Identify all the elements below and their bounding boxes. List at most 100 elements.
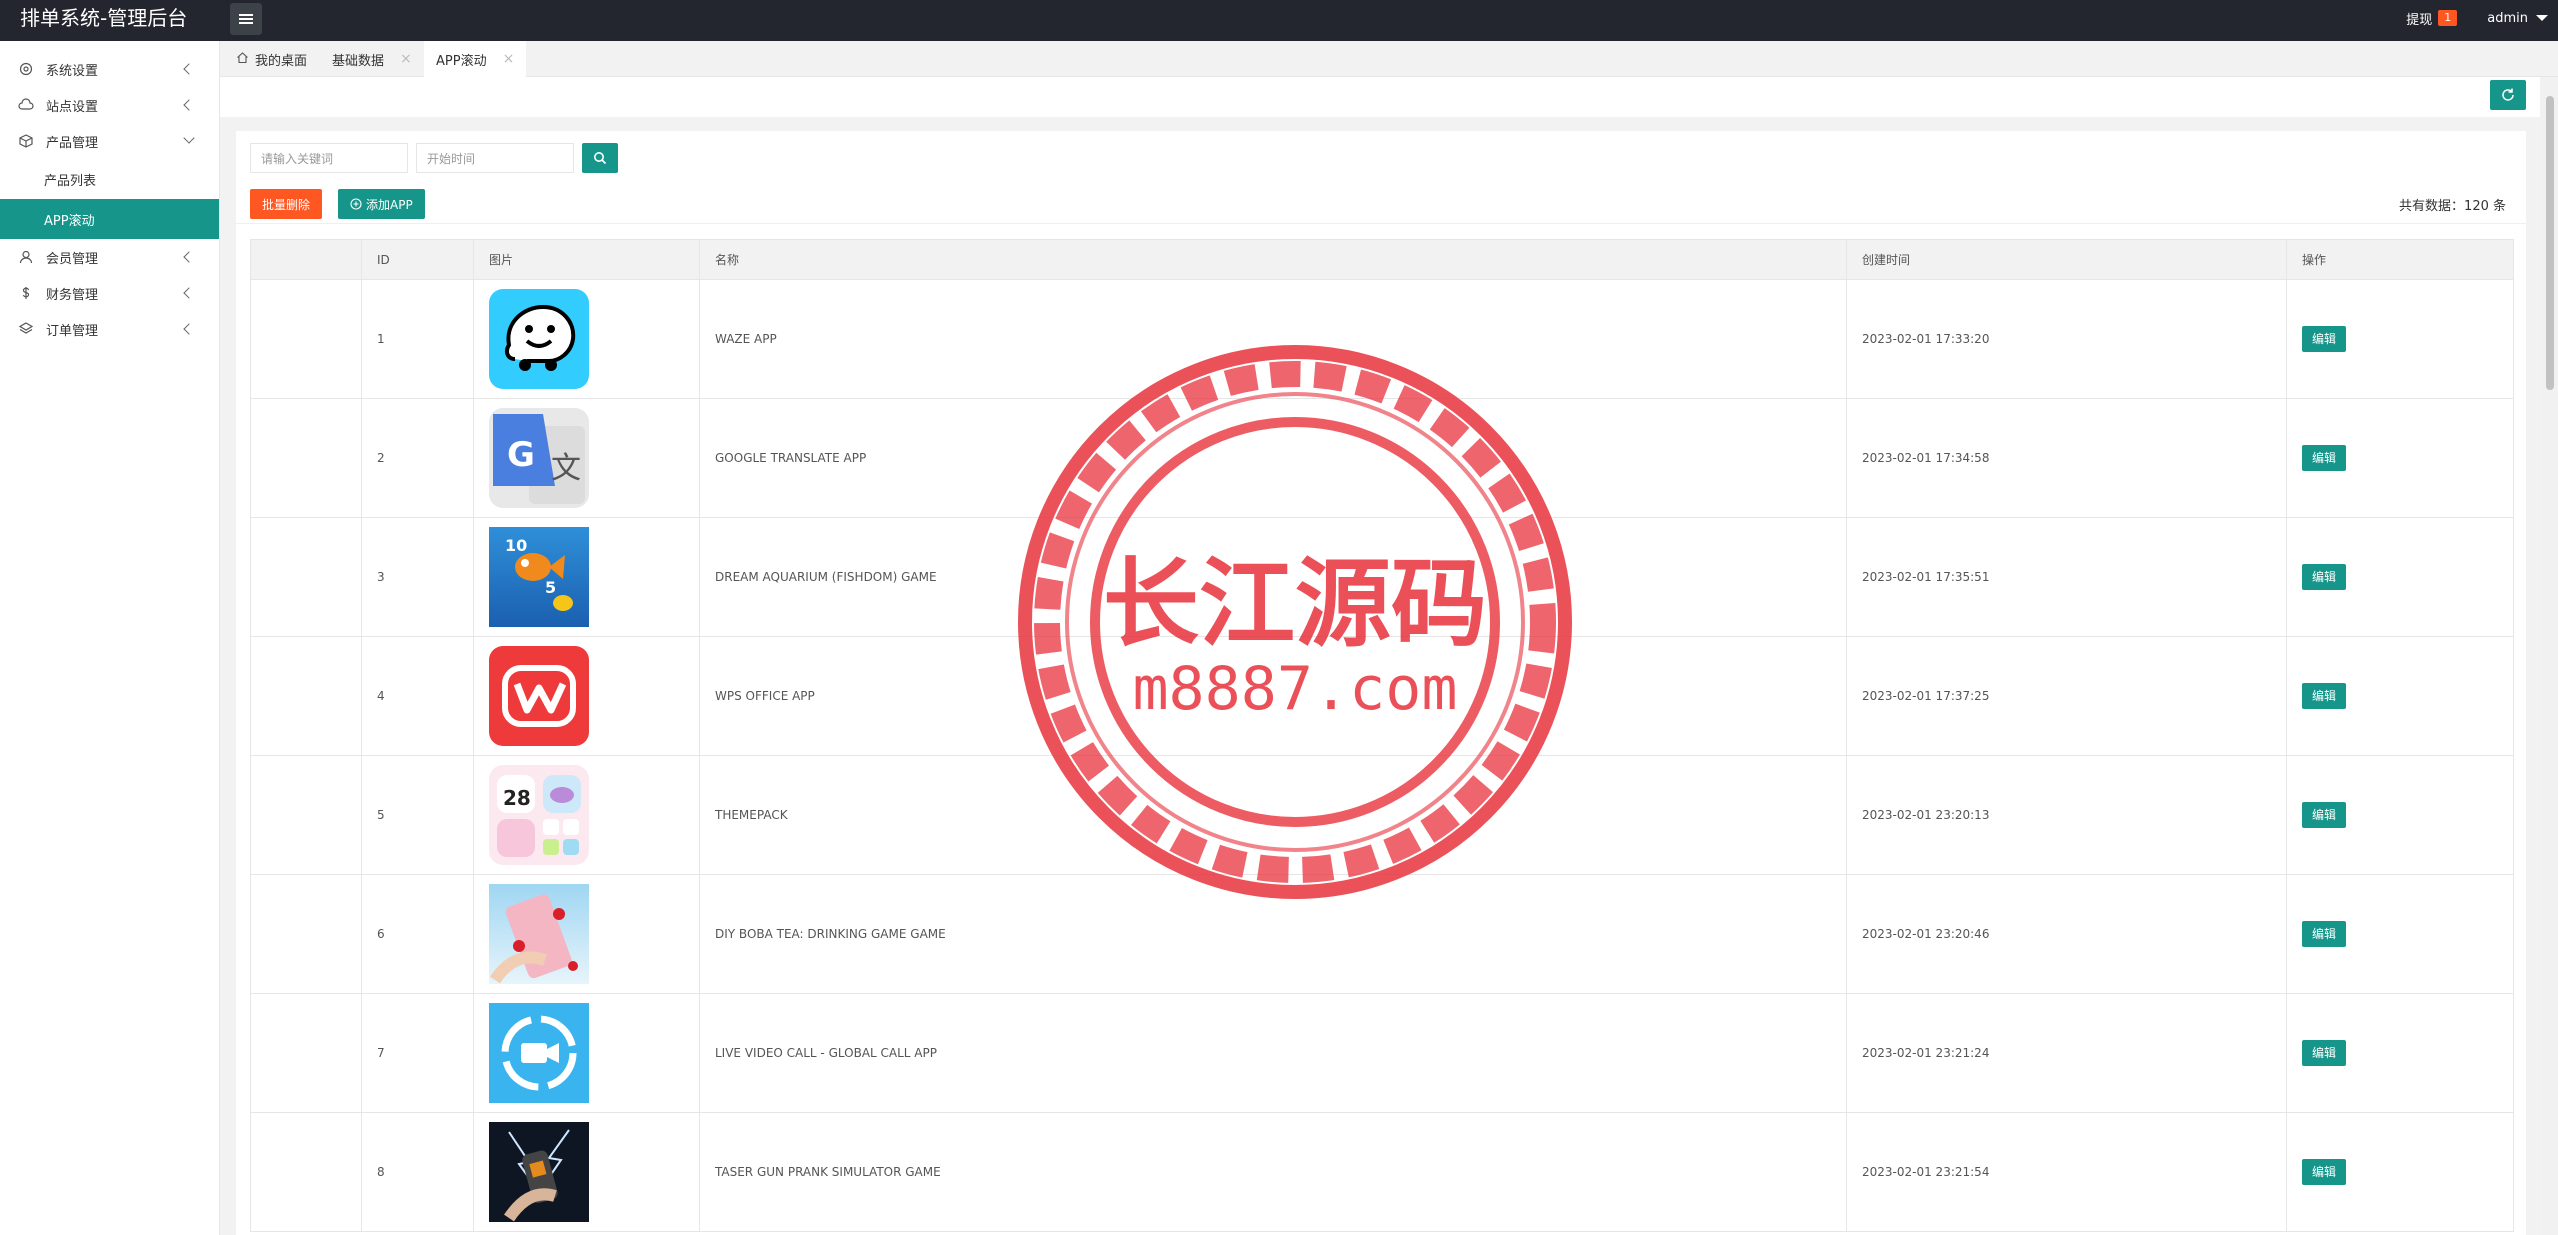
username: admin [2487,10,2528,26]
keyword-input[interactable]: 请输入关键词 [250,143,408,173]
svg-text:5: 5 [545,578,556,597]
cell-created: 2023-02-01 17:37:25 [1846,636,2287,756]
sidebar-item-order-management[interactable]: 订单管理 [0,311,219,347]
withdraw-label: 提现 [2406,12,2433,28]
edit-button[interactable]: 编辑 [2302,445,2346,471]
add-app-button[interactable]: 添加APP [338,189,425,219]
cell-id: 2 [361,398,474,518]
cell-created: 2023-02-01 23:21:24 [1846,993,2287,1113]
row-checkbox-cell[interactable] [250,279,362,399]
cell-name: LIVE VIDEO CALL - GLOBAL CALL APP [699,993,1847,1113]
chevron-left-icon [183,287,195,299]
tab-label: APP滚动 [436,53,487,69]
column-header-created: 创建时间 [1846,239,2287,280]
sidebar-item-label: 产品管理 [46,135,99,151]
column-header-image: 图片 [473,239,700,280]
tab-my-desktop[interactable]: 我的桌面 [224,41,319,77]
row-checkbox-cell[interactable] [250,636,362,756]
caret-down-icon [2536,15,2548,21]
svg-text:G: G [507,435,535,475]
edit-button[interactable]: 编辑 [2302,1159,2346,1185]
table-row: 6 DIY BOBA TEA: DRINKING GAME GAME 2023-… [250,874,2514,994]
start-time-input[interactable]: 开始时间 [416,143,574,173]
cell-name: GOOGLE TRANSLATE APP [699,398,1847,518]
row-checkbox-cell[interactable] [250,874,362,994]
plus-circle-icon [350,198,362,210]
edit-button[interactable]: 编辑 [2302,683,2346,709]
cell-created: 2023-02-01 17:33:20 [1846,279,2287,399]
tab-label: 我的桌面 [255,53,308,69]
svg-text:28: 28 [503,786,531,810]
cell-id: 3 [361,517,474,637]
total-count: 共有数据：120 条 [2399,199,2506,214]
row-checkbox-cell[interactable] [250,398,362,518]
taser-icon [489,1122,589,1222]
sidebar-item-site-settings[interactable]: 站点设置 [0,87,219,123]
row-checkbox-cell[interactable] [250,1112,362,1232]
edit-button[interactable]: 编辑 [2302,1040,2346,1066]
home-icon [236,51,249,68]
cell-id: 4 [361,636,474,756]
tab-basic-data[interactable]: 基础数据 × [320,41,424,77]
table-row: 3 10 5 DREAM AQUARIUM (FISHDOM) GAME 2023… [250,517,2514,637]
row-checkbox-cell[interactable] [250,517,362,637]
withdraw-link[interactable]: 提现 1 [2406,9,2458,28]
cell-name: TASER GUN PRANK SIMULATOR GAME [699,1112,1847,1232]
sidebar-item-product-management[interactable]: 产品管理 [0,123,219,159]
sidebar-item-label: 订单管理 [46,323,99,339]
cell-id: 7 [361,993,474,1113]
layers-icon [18,321,34,337]
cell-name: WAZE APP [699,279,1847,399]
chevron-left-icon [183,99,195,111]
close-icon[interactable]: × [503,51,515,67]
edit-button[interactable]: 编辑 [2302,326,2346,352]
app-table: ID 图片 名称 创建时间 操作 1 WAZE APP 2023-02-01 1… [250,239,2514,1232]
chevron-left-icon [183,63,195,75]
sidebar-item-label: 站点设置 [46,99,99,115]
table-row: 1 WAZE APP 2023-02-01 17:33:20 编辑 [250,279,2514,399]
sidebar-item-label: 财务管理 [46,287,99,303]
search-button[interactable] [582,143,618,173]
svg-text:10: 10 [505,536,527,555]
sidebar-item-system-settings[interactable]: 系统设置 [0,51,219,87]
cell-name: WPS OFFICE APP [699,636,1847,756]
edit-button[interactable]: 编辑 [2302,564,2346,590]
refresh-button[interactable] [2490,80,2526,110]
themepack-icon: 28 [489,765,589,865]
wps-icon [489,646,589,746]
cell-created: 2023-02-01 17:34:58 [1846,398,2287,518]
sidebar-item-label: 系统设置 [46,63,99,79]
table-row: 8 TASER GUN PRANK SIMULATOR GAME 2023-02… [250,1112,2514,1232]
edit-button[interactable]: 编辑 [2302,921,2346,947]
sidebar-item-member-management[interactable]: 会员管理 [0,239,219,275]
edit-button[interactable]: 编辑 [2302,802,2346,828]
tab-app-scroll[interactable]: APP滚动 × [424,41,527,77]
sidebar-subitem-app-scroll[interactable]: APP滚动 [0,199,219,239]
close-icon[interactable]: × [400,51,412,67]
user-menu[interactable]: admin [2487,11,2548,26]
search-icon [594,152,607,165]
row-checkbox-cell[interactable] [250,993,362,1113]
tab-label: 基础数据 [332,53,385,69]
column-header-name: 名称 [699,239,1847,280]
cell-id: 1 [361,279,474,399]
cell-id: 6 [361,874,474,994]
sidebar-item-label: 会员管理 [46,251,99,267]
cell-created: 2023-02-01 23:20:13 [1846,755,2287,875]
cell-created: 2023-02-01 23:20:46 [1846,874,2287,994]
table-row: 7 LIVE VIDEO CALL - GLOBAL CALL APP 2023… [250,993,2514,1113]
main-panel: 请输入关键词 开始时间 批量删除 添加APP 共有数据：120 条 ID 图片 … [236,131,2526,1235]
chevron-left-icon [183,323,195,335]
cloud-icon [18,97,34,113]
user-icon [18,249,34,265]
batch-delete-button[interactable]: 批量删除 [250,189,323,219]
sidebar-item-finance-management[interactable]: 财务管理 [0,275,219,311]
sidebar-subitem-product-list[interactable]: 产品列表 [0,159,219,199]
chevron-left-icon [183,251,195,263]
menu-toggle-button[interactable] [230,3,262,35]
row-checkbox-cell[interactable] [250,755,362,875]
waze-icon [489,289,589,389]
scrollbar-thumb[interactable] [2546,96,2554,390]
boba-tea-icon [489,884,589,984]
refresh-icon [2502,88,2514,101]
